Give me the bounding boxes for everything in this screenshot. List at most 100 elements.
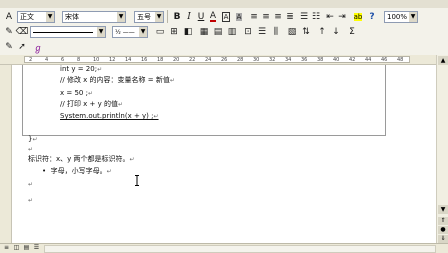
zoom-value: 100% xyxy=(387,13,408,21)
size-value: 五号 xyxy=(137,13,151,21)
clear-formatting-icon[interactable]: ℊ xyxy=(32,41,44,54)
font-combo[interactable]: 宋体 ▼ xyxy=(62,11,126,23)
numbering-icon[interactable]: ☰ xyxy=(298,11,310,23)
scroll-up-arrow-icon[interactable]: ▲ xyxy=(438,56,448,65)
doc-line-text: System.out.println(x + y) ; xyxy=(60,112,154,120)
ruler-number: 44 xyxy=(365,57,372,63)
paragraph-mark: ↵ xyxy=(106,168,112,175)
paragraph-mark: ↵ xyxy=(97,66,103,73)
draw-icon[interactable]: ✎ xyxy=(3,41,15,53)
previous-page-icon[interactable]: ⇑ xyxy=(438,217,448,225)
increase-indent-icon[interactable]: ⇥ xyxy=(336,11,348,23)
bullet-glyph: • xyxy=(42,167,47,175)
ruler-number: 22 xyxy=(189,57,196,63)
line-style-dropdown-arrow[interactable]: ▼ xyxy=(97,27,105,37)
line-weight-value: ½ —— xyxy=(115,29,135,36)
ibeam-cursor-icon xyxy=(134,171,140,186)
ruler-number: 2 xyxy=(29,57,33,63)
font-color-button[interactable]: A xyxy=(207,11,219,23)
paragraph-mark: ↵ xyxy=(28,197,34,204)
font-dropdown-arrow[interactable]: ▼ xyxy=(117,12,125,22)
separator xyxy=(167,10,168,23)
bold-button[interactable]: B xyxy=(171,11,183,23)
doc-line-3: x = 50 ;↵ xyxy=(60,89,93,98)
line-style-sample xyxy=(33,31,93,33)
underline-button[interactable]: U xyxy=(195,11,207,23)
align-center-icon[interactable]: ≡ xyxy=(260,11,272,23)
zoom-dropdown-arrow[interactable]: ▼ xyxy=(409,12,417,22)
insert-table-icon[interactable]: ▦ xyxy=(198,26,210,38)
ruler-number: 32 xyxy=(269,57,276,63)
arrow-icon[interactable]: ➚ xyxy=(16,41,28,53)
ruler-number: 34 xyxy=(285,57,292,63)
paragraph-mark: ↵ xyxy=(169,77,175,84)
line-style-combo[interactable]: ▼ xyxy=(30,26,106,38)
doc-line-8: • 字母，小写字母。↵ xyxy=(42,167,112,176)
doc-line-text: // 打印 x + y 的值 xyxy=(60,100,118,108)
decrease-indent-icon[interactable]: ⇤ xyxy=(324,11,336,23)
ruler-number: 20 xyxy=(173,57,180,63)
ruler-number: 48 xyxy=(397,57,404,63)
print-view-icon[interactable]: ▤ xyxy=(22,243,31,252)
doc-line-text: // 修改 x 的内容：变量名称 = 新值 xyxy=(60,76,170,84)
blank-paragraph: ↵ xyxy=(28,145,33,154)
border-color-icon[interactable]: ▭ xyxy=(154,26,166,38)
shading-color-icon[interactable]: ◧ xyxy=(182,26,194,38)
horizontal-ruler[interactable]: 2 4 6 8 10 12 14 16 18 20 22 24 26 28 30 32 34 36 38 40 42 44… xyxy=(0,55,448,65)
help-icon[interactable]: ? xyxy=(366,11,378,23)
outside-border-icon[interactable]: ⊞ xyxy=(168,26,180,38)
autoformat-icon[interactable]: ▧ xyxy=(286,26,298,38)
ruler-number: 42 xyxy=(349,57,356,63)
doc-line-text: x = 50 ; xyxy=(60,89,88,97)
doc-line-2: // 修改 x 的内容：变量名称 = 新值↵ xyxy=(60,76,175,85)
ruler-number: 16 xyxy=(141,57,148,63)
sort-ascending-icon[interactable]: ↑ xyxy=(316,26,328,38)
paragraph-mark: ↵ xyxy=(28,181,34,188)
size-combo[interactable]: 五号 ▼ xyxy=(134,11,164,23)
align-cell-icon[interactable]: ⊡ xyxy=(242,26,254,38)
split-cells-icon[interactable]: ▥ xyxy=(226,26,238,38)
text-direction-icon[interactable]: ⇅ xyxy=(300,26,312,38)
ruler-scale: 2 4 6 8 10 12 14 16 18 20 22 24 26 28 30 32 34 36 38 40 42 44… xyxy=(24,56,410,63)
justify-icon[interactable]: ≣ xyxy=(284,11,296,23)
size-dropdown-arrow[interactable]: ▼ xyxy=(155,12,163,22)
style-dropdown-arrow[interactable]: ▼ xyxy=(46,12,54,22)
select-browse-object-icon[interactable]: ● xyxy=(438,226,448,234)
sort-descending-icon[interactable]: ↓ xyxy=(330,26,342,38)
align-right-icon[interactable]: ≡ xyxy=(272,11,284,23)
ruler-number: 30 xyxy=(253,57,260,63)
paragraph-mark: ↵ xyxy=(118,101,124,108)
character-border-icon[interactable]: A xyxy=(220,11,232,23)
document-page[interactable]: int y = 20;↵ // 修改 x 的内容：变量名称 = 新值↵ x = … xyxy=(12,65,436,243)
ruler-number: 8 xyxy=(77,57,81,63)
doc-line-text: int y = 20; xyxy=(60,65,98,73)
vertical-scrollbar[interactable]: ▲ ▼ ⇑ ● ⇓ xyxy=(436,55,448,243)
next-page-icon[interactable]: ⇓ xyxy=(438,235,448,243)
distribute-rows-icon[interactable]: ☰ xyxy=(256,26,268,38)
style-value: 正文 xyxy=(20,13,34,21)
autosum-icon[interactable]: Σ xyxy=(346,26,358,38)
vertical-ruler[interactable] xyxy=(0,65,12,243)
style-combo[interactable]: 正文 ▼ xyxy=(17,11,55,23)
outline-view-icon[interactable]: ☰ xyxy=(32,243,41,252)
pencil-icon[interactable]: ✎ xyxy=(3,26,15,38)
ruler-number: 26 xyxy=(221,57,228,63)
bullets-icon[interactable]: ☷ xyxy=(310,11,322,23)
eraser-icon[interactable]: ⌫ xyxy=(16,26,29,38)
merge-cells-icon[interactable]: ▤ xyxy=(212,26,224,38)
line-weight-combo[interactable]: ½ —— ▼ xyxy=(112,26,148,38)
web-view-icon[interactable]: ◫ xyxy=(12,243,21,252)
scroll-down-arrow-icon[interactable]: ▼ xyxy=(438,205,448,214)
zoom-combo[interactable]: 100% ▼ xyxy=(384,11,418,23)
align-left-icon[interactable]: ≡ xyxy=(248,11,260,23)
normal-view-icon[interactable]: ≡ xyxy=(2,243,11,252)
ruler-number: 36 xyxy=(301,57,308,63)
distribute-columns-icon[interactable]: ⫼ xyxy=(270,26,282,38)
line-weight-dropdown-arrow[interactable]: ▼ xyxy=(139,27,147,37)
paragraph-mark: ↵ xyxy=(87,90,93,97)
highlight-icon[interactable]: ab xyxy=(352,11,364,23)
italic-button[interactable]: I xyxy=(183,11,195,23)
character-shading-icon[interactable]: A xyxy=(233,11,245,23)
styles-pane-icon[interactable]: A xyxy=(3,11,15,23)
doc-line-text: 标识符：x、y 两个都是标识符。 xyxy=(28,155,130,163)
